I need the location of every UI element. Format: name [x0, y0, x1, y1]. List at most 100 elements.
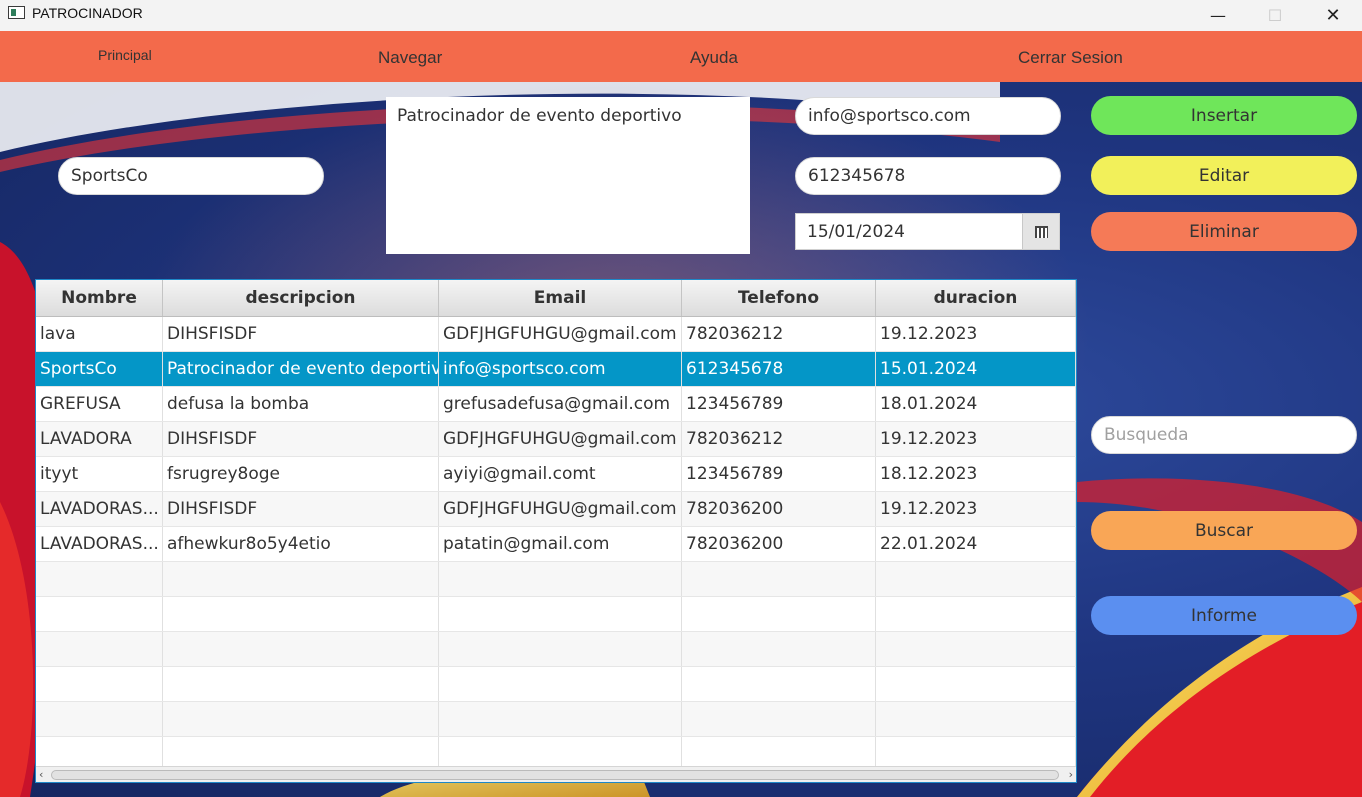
menu-item-navegar[interactable]: Navegar	[378, 32, 442, 83]
scrollbar-thumb[interactable]	[51, 770, 1059, 780]
table-cell-descripcion: fsrugrey8oge	[163, 457, 439, 491]
table-cell-nombre: LAVADORAS...	[36, 527, 163, 561]
table-cell-descripcion	[163, 562, 439, 596]
editar-button[interactable]: Editar	[1091, 156, 1357, 195]
telefono-field[interactable]: 612345678	[795, 157, 1061, 195]
table-cell-email	[439, 562, 682, 596]
table-cell-duracion: 18.01.2024	[876, 387, 1076, 421]
column-header-email[interactable]: Email	[439, 280, 682, 316]
table-row[interactable]: LAVADORAS... afhewkur8o5y4etio patatin@gma…	[36, 527, 1076, 562]
table-cell-email	[439, 597, 682, 631]
table-cell-duracion	[876, 667, 1076, 701]
scroll-left-icon[interactable]: ‹	[39, 768, 43, 781]
table-cell-descripcion: afhewkur8o5y4etio	[163, 527, 439, 561]
table-cell-descripcion	[163, 702, 439, 736]
scroll-right-icon[interactable]: ›	[1069, 768, 1073, 781]
nombre-field[interactable]: SportsCo	[58, 157, 324, 195]
column-header-descripcion[interactable]: descripcion	[163, 280, 439, 316]
descripcion-textarea[interactable]: Patrocinador de evento deportivo	[386, 97, 750, 254]
table-row-empty[interactable]	[36, 597, 1076, 632]
table-row[interactable]: ityyt fsrugrey8oge ayiyi@gmail.comt 1234567…	[36, 457, 1076, 492]
table-cell-nombre: LAVADORAS...	[36, 492, 163, 526]
table-cell-nombre: SportsCo	[36, 352, 163, 386]
table-cell-email: ayiyi@gmail.comt	[439, 457, 682, 491]
table-cell-telefono	[682, 597, 876, 631]
table-cell-descripcion: DIHSFISDF	[163, 422, 439, 456]
patrocinadores-table[interactable]: Nombre descripcion Email Telefono duraci…	[35, 279, 1077, 783]
column-header-telefono[interactable]: Telefono	[682, 280, 876, 316]
buscar-button[interactable]: Buscar	[1091, 511, 1357, 550]
date-field[interactable]: 15/01/2024	[807, 214, 905, 249]
table-cell-duracion	[876, 632, 1076, 666]
maximize-button[interactable]: ☐	[1246, 0, 1304, 31]
table-row[interactable]: LAVADORAS... DIHSFISDF GDFJHGFUHGU@gmail.c…	[36, 492, 1076, 527]
table-cell-nombre: LAVADORA	[36, 422, 163, 456]
date-picker[interactable]: 15/01/2024	[795, 213, 1060, 250]
table-cell-duracion: 15.01.2024	[876, 352, 1076, 386]
table-cell-telefono	[682, 667, 876, 701]
table-cell-email: GDFJHGFUHGU@gmail.com	[439, 422, 682, 456]
table-cell-email: patatin@gmail.com	[439, 527, 682, 561]
informe-button[interactable]: Informe	[1091, 596, 1357, 635]
table-cell-descripcion: DIHSFISDF	[163, 492, 439, 526]
table-cell-telefono: 123456789	[682, 457, 876, 491]
table-cell-nombre	[36, 702, 163, 736]
table-cell-nombre	[36, 562, 163, 596]
table-body: lava DIHSFISDF GDFJHGFUHGU@gmail.com 782036…	[36, 317, 1076, 772]
menu-item-principal[interactable]: Principal	[98, 29, 152, 80]
eliminar-button[interactable]: Eliminar	[1091, 212, 1357, 251]
table-cell-duracion: 19.12.2023	[876, 317, 1076, 351]
table-cell-email	[439, 632, 682, 666]
table-cell-nombre	[36, 597, 163, 631]
table-cell-duracion	[876, 562, 1076, 596]
table-cell-nombre	[36, 632, 163, 666]
table-cell-email: GDFJHGFUHGU@gmail.com	[439, 492, 682, 526]
menu-bar: Principal Navegar Ayuda Cerrar Sesion	[0, 31, 1362, 82]
table-row-empty[interactable]	[36, 702, 1076, 737]
menu-item-cerrar-sesion[interactable]: Cerrar Sesion	[1018, 32, 1123, 83]
table-header: Nombre descripcion Email Telefono duraci…	[36, 280, 1076, 317]
table-row[interactable]: GREFUSA defusa la bomba grefusadefusa@gmai…	[36, 387, 1076, 422]
table-row-empty[interactable]	[36, 562, 1076, 597]
app-window-icon	[8, 6, 25, 19]
table-cell-telefono	[682, 562, 876, 596]
close-button[interactable]: ✕	[1304, 0, 1362, 31]
horizontal-scrollbar[interactable]: ‹ ›	[36, 766, 1076, 782]
column-header-duracion[interactable]: duracion	[876, 280, 1076, 316]
table-cell-descripcion: DIHSFISDF	[163, 317, 439, 351]
busqueda-input[interactable]: Busqueda	[1091, 416, 1357, 454]
table-cell-telefono: 782036212	[682, 317, 876, 351]
table-cell-duracion: 19.12.2023	[876, 422, 1076, 456]
calendar-button[interactable]	[1022, 214, 1059, 249]
table-cell-email: info@sportsco.com	[439, 352, 682, 386]
table-cell-email: GDFJHGFUHGU@gmail.com	[439, 317, 682, 351]
table-cell-nombre	[36, 667, 163, 701]
table-cell-telefono: 782036200	[682, 492, 876, 526]
email-field[interactable]: info@sportsco.com	[795, 97, 1061, 135]
table-row[interactable]: SportsCo Patrocinador de evento deportivo…	[36, 352, 1076, 387]
table-row-empty[interactable]	[36, 632, 1076, 667]
table-cell-nombre: ityyt	[36, 457, 163, 491]
table-cell-duracion	[876, 702, 1076, 736]
insertar-button[interactable]: Insertar	[1091, 96, 1357, 135]
minimize-button[interactable]: —	[1189, 0, 1247, 31]
menu-item-ayuda[interactable]: Ayuda	[690, 32, 738, 83]
table-row[interactable]: LAVADORA DIHSFISDF GDFJHGFUHGU@gmail.com 78…	[36, 422, 1076, 457]
table-cell-telefono: 123456789	[682, 387, 876, 421]
table-cell-duracion: 22.01.2024	[876, 527, 1076, 561]
table-cell-descripcion	[163, 632, 439, 666]
table-row[interactable]: lava DIHSFISDF GDFJHGFUHGU@gmail.com 782036…	[36, 317, 1076, 352]
column-header-nombre[interactable]: Nombre	[36, 280, 163, 316]
table-cell-telefono	[682, 632, 876, 666]
table-cell-duracion: 19.12.2023	[876, 492, 1076, 526]
table-cell-telefono: 782036212	[682, 422, 876, 456]
table-cell-email	[439, 702, 682, 736]
table-cell-descripcion	[163, 667, 439, 701]
table-cell-email	[439, 667, 682, 701]
table-cell-email: grefusadefusa@gmail.com	[439, 387, 682, 421]
table-cell-nombre: GREFUSA	[36, 387, 163, 421]
table-cell-descripcion: Patrocinador de evento deportivo	[163, 352, 439, 386]
table-cell-descripcion: defusa la bomba	[163, 387, 439, 421]
table-row-empty[interactable]	[36, 667, 1076, 702]
window-title: PATROCINADOR	[32, 5, 143, 21]
